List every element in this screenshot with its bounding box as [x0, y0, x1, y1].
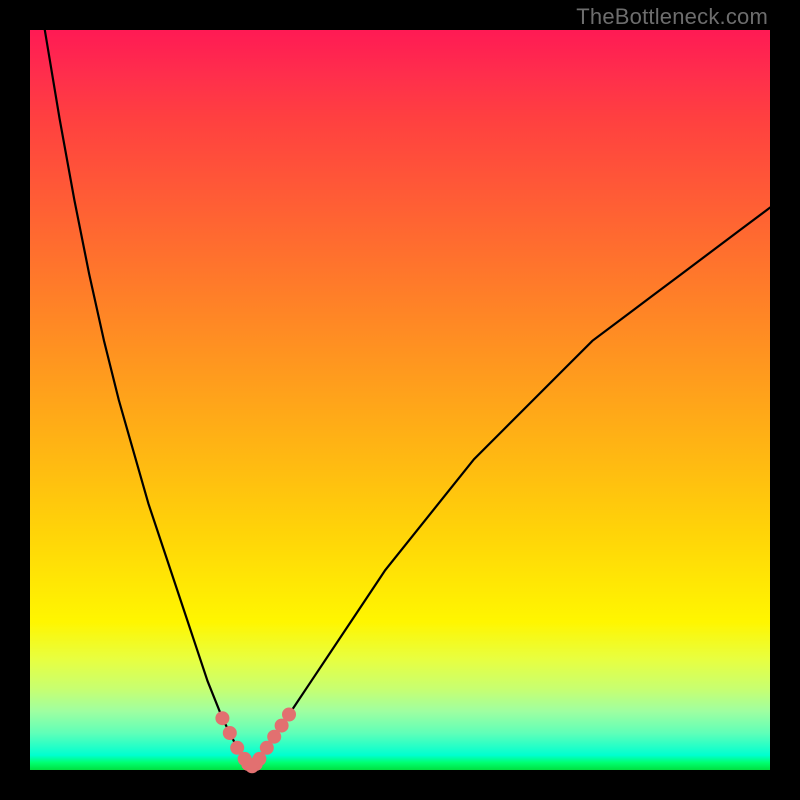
- curve-left: [45, 30, 252, 766]
- bottleneck-chart: [30, 30, 770, 770]
- watermark-text: TheBottleneck.com: [576, 4, 768, 30]
- curve-right: [252, 208, 770, 767]
